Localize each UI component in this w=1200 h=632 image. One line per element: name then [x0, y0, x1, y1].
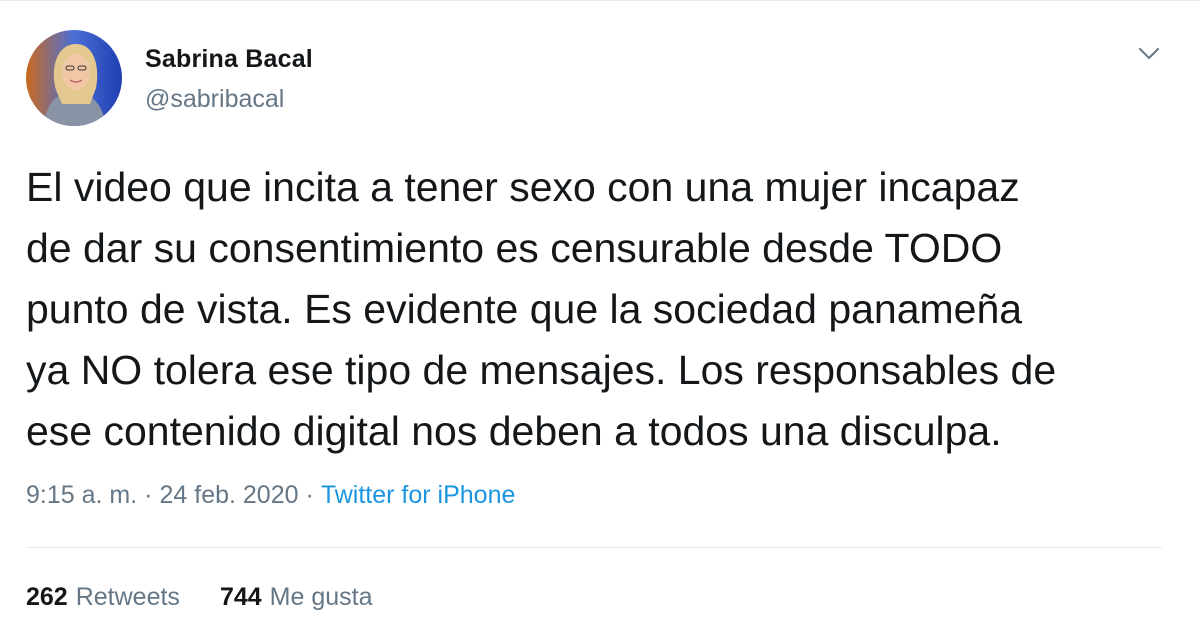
tweet-date[interactable]: 24 feb. 2020: [160, 481, 299, 510]
retweets-count: 262: [26, 583, 68, 611]
tweet-text: El video que incita a tener sexo con una…: [26, 164, 1057, 454]
likes-count: 744: [219, 583, 262, 611]
chevron-down-icon: [1139, 48, 1159, 59]
meta-separator: ·: [305, 481, 314, 509]
likes-label: Me gusta: [269, 583, 373, 611]
meta-separator: ·: [144, 481, 153, 509]
retweets-label: Retweets: [75, 583, 180, 611]
tweet-stats: 262 Retweets 744 Me gusta: [26, 583, 373, 612]
retweets-stat[interactable]: 262 Retweets: [26, 583, 180, 612]
tweet-source-link[interactable]: Twitter for iPhone: [321, 481, 516, 510]
author-name[interactable]: Sabrina Bacal: [145, 45, 313, 74]
likes-stat[interactable]: 744 Me gusta: [220, 583, 373, 612]
divider: [26, 547, 1162, 548]
avatar-image: [26, 30, 122, 126]
tweet-card: Sabrina Bacal @sabribacal El video que i…: [0, 0, 1200, 632]
tweet-meta: 9:15 a. m. · 24 feb. 2020 · Twitter for …: [26, 481, 515, 510]
avatar[interactable]: [26, 30, 122, 126]
author-handle[interactable]: @sabribacal: [145, 85, 284, 114]
tweet-time[interactable]: 9:15 a. m.: [26, 481, 137, 510]
more-options-button[interactable]: [1136, 43, 1162, 65]
